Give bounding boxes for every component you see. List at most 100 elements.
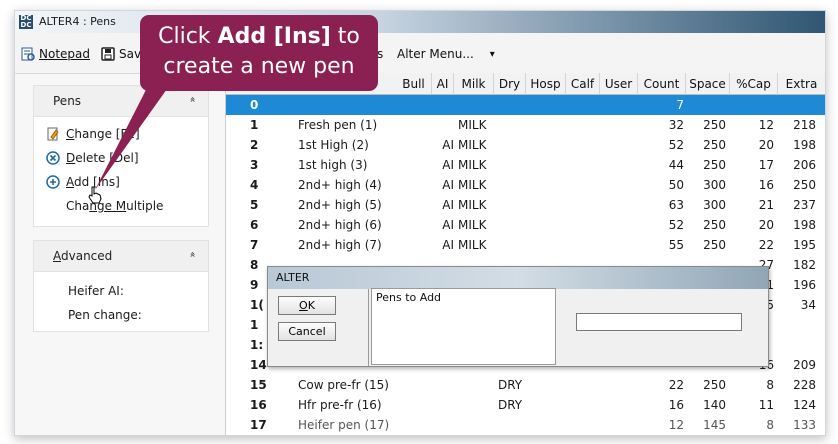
table-row[interactable]: 6 2nd+ high (6) AI MILK 52 250 20 198 xyxy=(226,215,825,235)
column-header-bull[interactable]: Bull xyxy=(396,73,432,95)
ai-cell xyxy=(432,95,454,115)
count-cell: 52 xyxy=(668,218,684,232)
table-row[interactable]: 2 1st High (2) AI MILK 52 250 20 198 xyxy=(226,135,825,155)
pen-number-cell: 17 xyxy=(250,418,267,432)
column-header-hosp[interactable]: Hosp xyxy=(526,73,566,95)
space-cell xyxy=(686,95,726,115)
advanced-panel-header[interactable]: Advanced » xyxy=(34,241,208,272)
table-row[interactable]: 07 xyxy=(226,95,825,115)
pen-name-cell: Cow pre-fr (15) xyxy=(298,378,389,392)
pen-change-label: Pen change: xyxy=(68,308,142,322)
column-header-ai[interactable]: AI xyxy=(432,73,454,95)
notepad-button[interactable]: Notepad xyxy=(21,45,90,63)
extra-cell xyxy=(778,315,816,335)
ok-button[interactable]: OK xyxy=(278,296,336,315)
pens-grid[interactable]: Bull AI Milk Dry Hosp Calf User Count Space %Cap E… xyxy=(225,73,825,435)
extra-cell: 198 xyxy=(793,138,816,152)
dry-cell xyxy=(498,95,530,115)
table-row[interactable]: 17 Heifer pen (17) 12 145 8 133 xyxy=(226,415,825,435)
pen-number-cell: 16 xyxy=(250,398,267,412)
alter-dialog: ALTER OK Cancel Pens to Add xyxy=(267,266,769,367)
callout-line1-bold: Add [Ins] xyxy=(217,24,331,49)
change-task[interactable]: Change [F2] xyxy=(46,125,140,143)
dry-cell: DRY xyxy=(498,378,523,392)
calf-cell xyxy=(569,395,603,415)
dry-cell xyxy=(498,195,530,215)
count-cell: 44 xyxy=(668,158,684,172)
milk-cell: MILK xyxy=(458,198,487,212)
change-multiple-task[interactable]: Change Multiple xyxy=(66,197,163,215)
count-cell: 22 xyxy=(668,378,684,392)
pens-panel: Pens » Change [F2] Delete [Del] Add [Ins… xyxy=(33,85,209,227)
milk-cell xyxy=(458,375,498,395)
space-cell: 300 xyxy=(703,178,726,192)
delete-icon xyxy=(46,151,60,165)
delete-task[interactable]: Delete [Del] xyxy=(46,149,139,167)
cap-cell: 20 xyxy=(758,218,774,232)
pen-number-cell: 6 xyxy=(250,218,259,232)
table-row[interactable]: 4 2nd+ high (4) AI MILK 50 300 16 250 xyxy=(226,175,825,195)
table-row[interactable]: 16 Hfr pre-fr (16) DRY 16 140 11 124 xyxy=(226,395,825,415)
space-cell: 250 xyxy=(703,138,726,152)
ai-cell: AI xyxy=(442,238,454,252)
title-bar: DC DC ALTER4 : Pens xyxy=(15,11,825,33)
extra-cell: 237 xyxy=(793,198,816,212)
dry-cell xyxy=(498,115,530,135)
alter-menu-button[interactable]: Alter Menu... ▾ xyxy=(397,45,495,63)
column-header-count[interactable]: Count xyxy=(638,73,686,95)
pen-name-cell: Hfr pre-fr (16) xyxy=(298,398,382,412)
pen-name-cell xyxy=(298,95,428,115)
count-cell: 12 xyxy=(668,418,684,432)
toolbar: Notepad Sav s Alter Menu... ▾ xyxy=(15,33,825,73)
table-row[interactable]: 15 Cow pre-fr (15) DRY 22 250 8 228 xyxy=(226,375,825,395)
save-icon xyxy=(101,47,115,61)
ai-cell: AI xyxy=(442,138,454,152)
column-header-dry[interactable]: Dry xyxy=(494,73,526,95)
space-cell: 250 xyxy=(703,218,726,232)
notepad-icon xyxy=(21,47,35,61)
pen-name-cell: Fresh pen (1) xyxy=(298,118,378,132)
save-label: Sav xyxy=(119,47,142,61)
column-header-calf[interactable]: Calf xyxy=(566,73,600,95)
table-row[interactable]: 1 Fresh pen (1) MILK 32 250 12 218 xyxy=(226,115,825,135)
space-cell: 300 xyxy=(703,198,726,212)
milk-cell: MILK xyxy=(458,238,487,252)
cap-cell: 8 xyxy=(766,418,774,432)
cancel-button[interactable]: Cancel xyxy=(278,322,336,341)
change-task-label-rest: hange [F2] xyxy=(74,127,140,141)
column-header-milk[interactable]: Milk xyxy=(454,73,494,95)
pen-number-cell: 0 xyxy=(250,98,259,112)
ai-cell xyxy=(432,415,454,435)
milk-cell: MILK xyxy=(458,178,487,192)
column-header-pctcap[interactable]: %Cap xyxy=(730,73,778,95)
table-row[interactable]: 3 1st high (3) AI MILK 44 250 17 206 xyxy=(226,155,825,175)
column-header-extra[interactable]: Extra xyxy=(778,73,825,95)
collapse-chevron-icon[interactable]: » xyxy=(187,251,198,257)
alter-menu-label: Alter Menu... xyxy=(397,47,474,61)
window-title: ALTER4 : Pens xyxy=(39,15,116,28)
calf-cell xyxy=(569,195,603,215)
calf-cell xyxy=(569,155,603,175)
table-row[interactable]: 7 2nd+ high (7) AI MILK 55 250 22 195 xyxy=(226,235,825,255)
calf-cell xyxy=(569,95,603,115)
pen-name-cell: 1st High (2) xyxy=(298,138,369,152)
extra-cell: 195 xyxy=(793,238,816,252)
calf-cell xyxy=(569,175,603,195)
calf-cell xyxy=(569,215,603,235)
column-header-user[interactable]: User xyxy=(600,73,638,95)
table-row[interactable]: 5 2nd+ high (5) AI MILK 63 300 21 237 xyxy=(226,195,825,215)
column-header-space[interactable]: Space xyxy=(686,73,730,95)
advanced-title-ul: A xyxy=(53,249,61,263)
save-button[interactable]: Sav xyxy=(101,45,141,63)
callout-line2: create a new pen xyxy=(163,54,355,79)
cap-cell xyxy=(730,95,774,115)
pen-name-cell: 2nd+ high (7) xyxy=(298,238,382,252)
add-task[interactable]: Add [Ins] xyxy=(46,173,120,191)
pen-name-cell: 2nd+ high (6) xyxy=(298,218,382,232)
pens-to-add-input[interactable] xyxy=(576,313,742,331)
collapse-chevron-icon[interactable]: » xyxy=(187,96,198,102)
calf-cell xyxy=(569,375,603,395)
pen-number-cell: 1 xyxy=(250,118,259,132)
advanced-title-rest: dvanced xyxy=(61,249,113,263)
change-task-label: Change [F2] xyxy=(66,127,140,141)
